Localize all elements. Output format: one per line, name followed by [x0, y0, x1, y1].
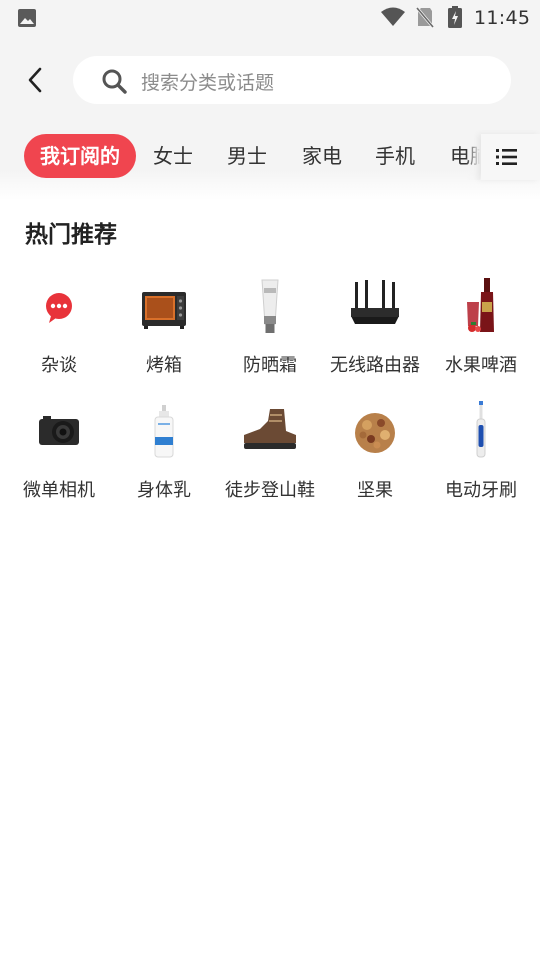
wireless-router-icon — [351, 280, 399, 324]
chat-bubble-icon — [46, 293, 72, 323]
section-title: 热门推荐 — [25, 222, 117, 248]
body-lotion-icon — [154, 405, 174, 458]
grid-item-label: 烤箱 — [146, 355, 182, 376]
tab-appliances[interactable]: 家电 — [302, 134, 342, 178]
gallery-icon — [18, 9, 36, 27]
search-input[interactable]: 搜索分类或话题 — [73, 56, 511, 104]
status-bar: 11:45 — [0, 0, 540, 36]
grid-item-oven[interactable]: 烤箱 — [110, 262, 218, 382]
grid-item-toothbrush[interactable]: 电动牙刷 — [427, 387, 535, 507]
grid-item-nuts[interactable]: 坚果 — [321, 387, 429, 507]
grid-item-label: 微单相机 — [23, 480, 95, 501]
status-time: 11:45 — [474, 7, 531, 29]
tab-women[interactable]: 女士 — [153, 134, 193, 178]
search-icon — [102, 69, 127, 94]
hiking-boot-icon — [244, 409, 296, 449]
wifi-icon — [381, 7, 405, 26]
grid-item-sunscreen[interactable]: 防晒霜 — [216, 262, 324, 382]
grid-item-label: 坚果 — [357, 480, 393, 501]
mirrorless-camera-icon — [39, 416, 79, 445]
nuts-icon — [355, 413, 395, 453]
grid-item-label: 杂谈 — [41, 355, 77, 376]
sunscreen-icon — [261, 279, 279, 333]
list-menu-icon — [496, 149, 517, 165]
grid-item-camera[interactable]: 微单相机 — [5, 387, 113, 507]
battery-charging-icon — [448, 6, 462, 28]
oven-icon — [142, 292, 186, 329]
chevron-left-icon — [28, 67, 42, 93]
grid-item-fruit-beer[interactable]: 水果啤酒 — [427, 262, 535, 382]
tab-phones[interactable]: 手机 — [375, 134, 415, 178]
grid-item-body-lotion[interactable]: 身体乳 — [110, 387, 218, 507]
grid-item-label: 防晒霜 — [243, 355, 297, 376]
tab-men[interactable]: 男士 — [227, 134, 267, 178]
grid-item-chat[interactable]: 杂谈 — [5, 262, 113, 382]
screen: 11:45 搜索分类或话题 我订阅的 女士 男士 家电 手机 电脑 — [0, 0, 540, 960]
grid-item-label: 无线路由器 — [330, 355, 420, 376]
grid-item-label: 水果啤酒 — [445, 355, 517, 376]
tab-subscribed[interactable]: 我订阅的 — [24, 134, 136, 178]
grid-item-router[interactable]: 无线路由器 — [321, 262, 429, 382]
grid-item-hiking-boot[interactable]: 徒步登山鞋 — [216, 387, 324, 507]
category-tabs: 我订阅的 女士 男士 家电 手机 电脑 — [0, 134, 480, 180]
electric-toothbrush-icon — [476, 401, 486, 458]
category-menu-button[interactable] — [481, 134, 540, 180]
search-placeholder: 搜索分类或话题 — [141, 72, 275, 94]
grid-item-label: 身体乳 — [137, 480, 191, 501]
no-sim-icon — [416, 7, 434, 28]
back-button[interactable] — [20, 64, 52, 96]
grid-item-label: 徒步登山鞋 — [225, 480, 315, 501]
grid-item-label: 电动牙刷 — [445, 480, 517, 501]
fruit-beer-icon — [467, 278, 494, 332]
tab-fade — [466, 134, 480, 180]
